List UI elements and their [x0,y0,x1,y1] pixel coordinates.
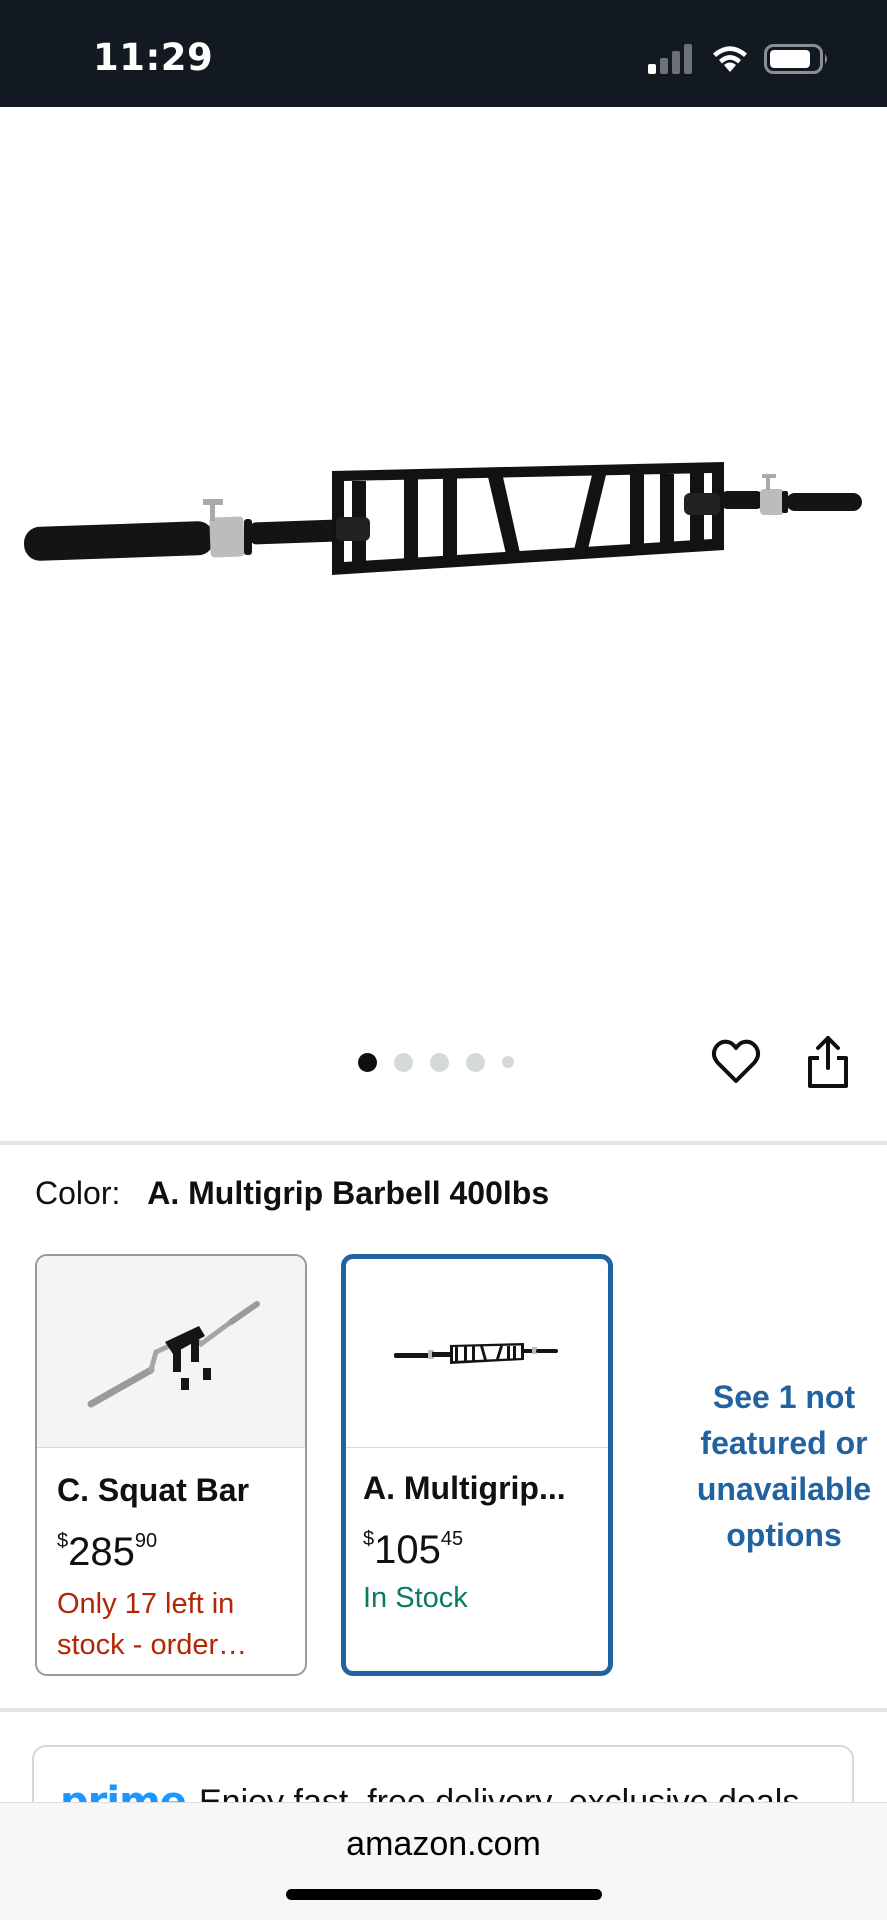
price-whole: 285 [68,1530,135,1574]
swatch-image [37,1256,305,1448]
squat-bar-image [87,1300,260,1407]
battery-icon [764,44,827,74]
section-divider [0,1141,887,1145]
stock-status: In Stock [363,1582,468,1614]
multigrip-barbell-thumbnail [394,1343,558,1364]
pagination-dot[interactable] [430,1052,449,1072]
swatch-image [346,1259,608,1448]
stock-status: Only 17 left in stock - order… [57,1588,248,1661]
home-indicator[interactable] [286,1889,602,1900]
multigrip-barbell-image [24,462,862,575]
status-time: 11:29 [93,36,214,79]
heart-icon[interactable] [710,1036,762,1086]
pagination-dot[interactable] [466,1052,485,1072]
status-bar: 11:29 [0,0,887,107]
swatch-price: $10545 [363,1517,588,1572]
see-unavailable-options-link[interactable]: See 1 not featured or unavailable option… [680,1374,887,1558]
color-label: Color: [35,1175,121,1211]
image-pagination-dots[interactable] [358,1052,514,1072]
browser-url[interactable]: amazon.com [0,1825,887,1864]
price-fraction: 45 [440,1528,464,1550]
share-icon[interactable] [804,1034,852,1090]
swatch-title: A. Multigrip... [363,1470,566,1506]
price-whole: 105 [374,1528,441,1572]
cellular-signal-icon [648,44,692,74]
pagination-dot[interactable] [394,1052,413,1072]
wifi-icon [713,46,747,72]
color-selection-row: Color: A. Multigrip Barbell 400lbs [35,1175,549,1212]
pagination-dot[interactable] [358,1052,377,1072]
price-symbol: $ [57,1530,69,1552]
browser-address-bar[interactable]: amazon.com [0,1802,887,1920]
product-image[interactable] [0,107,887,1007]
pagination-dot[interactable] [502,1056,514,1068]
section-divider [0,1708,887,1712]
variant-swatch-multigrip[interactable]: A. Multigrip... $10545 In Stock [341,1254,613,1676]
swatch-title: C. Squat Bar [57,1472,250,1508]
color-value: A. Multigrip Barbell 400lbs [147,1175,550,1211]
price-symbol: $ [363,1528,375,1550]
variant-swatch-squat-bar[interactable]: C. Squat Bar $28590 Only 17 left in stoc… [35,1254,307,1676]
swatch-price: $28590 [57,1519,285,1574]
price-fraction: 90 [134,1530,158,1552]
